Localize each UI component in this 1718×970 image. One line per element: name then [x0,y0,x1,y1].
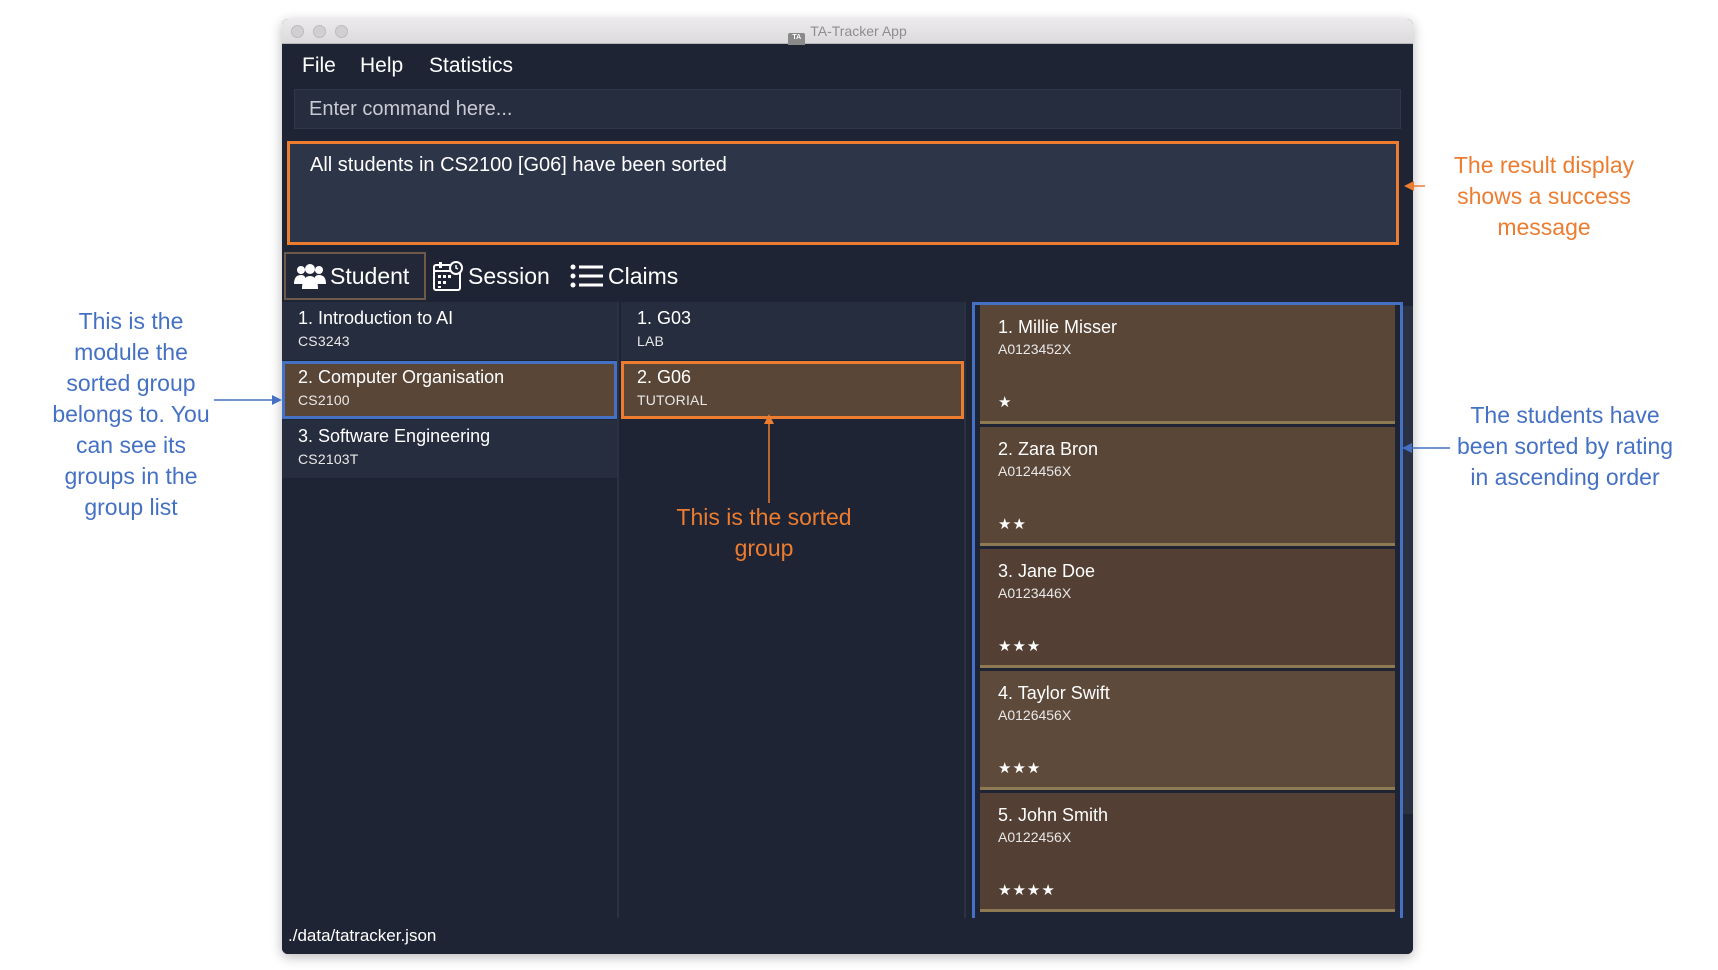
tab-session-label: Session [468,262,550,289]
student-id: A0122456X [998,829,1072,845]
tab-student-label: Student [330,262,410,289]
student-rating: ★★★ [998,760,1042,777]
student-card[interactable]: 5. John Smith A0122456X ★★★★ [980,793,1395,912]
module-name: 2. Computer Organisation [298,367,505,387]
module-list: 1. Introduction to AI CS3243 2. Computer… [282,302,619,918]
group-name: 2. G06 [637,367,692,387]
student-name: 3. Jane Doe [998,561,1096,581]
student-name: 2. Zara Bron [998,439,1099,459]
group-list: 1. G03 LAB 2. G06 TUTORIAL [621,302,966,918]
student-name: 1. Millie Misser [998,317,1118,337]
student-name: 5. John Smith [998,805,1109,825]
student-card[interactable]: 4. Taylor Swift A0126456X ★★★ [980,671,1395,790]
student-list-scrollbar[interactable] [1403,306,1413,814]
annotation-result: The result display shows a success messa… [1453,152,1635,240]
module-name: 3. Software Engineering [298,426,491,446]
student-id: A0124456X [998,463,1072,479]
annotation-group: This is the sorted group [676,504,852,561]
menu-bar: File Help Statistics [282,45,1413,85]
tab-bar: Student Session Claims [282,252,1413,302]
title-bar: TA TA-Tracker App [282,19,1413,48]
module-code: CS3243 [298,333,350,349]
list-icon [570,263,604,289]
group-item-selected[interactable]: 2. G06 TUTORIAL [621,361,964,419]
student-card[interactable]: 3. Jane Doe A0123446X ★★★ [980,549,1395,668]
student-rating: ★ [998,394,1013,411]
student-id: A0123446X [998,585,1072,601]
app-window: TA TA-Tracker App File Help Statistics En… [282,19,1413,954]
module-item-selected[interactable]: 2. Computer Organisation CS2100 [282,361,617,419]
list-panels: 1. Introduction to AI CS3243 2. Computer… [282,302,1413,921]
student-card[interactable]: 2. Zara Bron A0124456X ★★ [980,427,1395,546]
module-arrow [214,395,282,405]
module-item[interactable]: 3. Software Engineering CS2103T [282,420,617,478]
group-item[interactable]: 1. G03 LAB [621,302,964,360]
window-title: TA-Tracker App [810,23,907,39]
student-name: 4. Taylor Swift [998,683,1110,703]
student-rating: ★★★ [998,638,1042,655]
annotation-students: The students have been sorted by rating … [1456,402,1674,490]
group-name: 1. G03 [637,308,692,328]
student-list-highlight: 1. Millie Misser A0123452X ★ 2. Zara Bro… [972,302,1403,921]
student-list: 1. Millie Misser A0123452X ★ 2. Zara Bro… [968,302,1413,921]
student-rating: ★★★★ [998,882,1056,899]
group-type: TUTORIAL [637,392,708,408]
student-id: A0126456X [998,707,1072,723]
status-bar-path: ./data/tatracker.json [282,918,1413,954]
tab-claims[interactable]: Claims [570,252,678,300]
command-input[interactable]: Enter command here... [294,89,1401,129]
calendar-icon [432,260,464,292]
tab-session[interactable]: Session [432,252,550,300]
menu-statistics[interactable]: Statistics [429,54,513,78]
tab-student[interactable]: Student [284,252,426,300]
module-code: CS2100 [298,392,350,408]
group-type: LAB [637,333,665,349]
student-card[interactable]: 1. Millie Misser A0123452X ★ [980,305,1395,424]
result-display: All students in CS2100 [G06] have been s… [287,141,1399,245]
module-name: 1. Introduction to AI [298,308,454,328]
students-icon [294,262,326,290]
module-item[interactable]: 1. Introduction to AI CS3243 [282,302,617,360]
menu-file[interactable]: File [302,54,336,78]
student-rating: ★★ [998,516,1027,533]
menu-help[interactable]: Help [360,54,403,78]
annotation-module: This is the module the sorted group belo… [52,308,210,520]
tab-claims-label: Claims [608,262,679,289]
module-code: CS2103T [298,451,359,467]
student-id: A0123452X [998,341,1072,357]
